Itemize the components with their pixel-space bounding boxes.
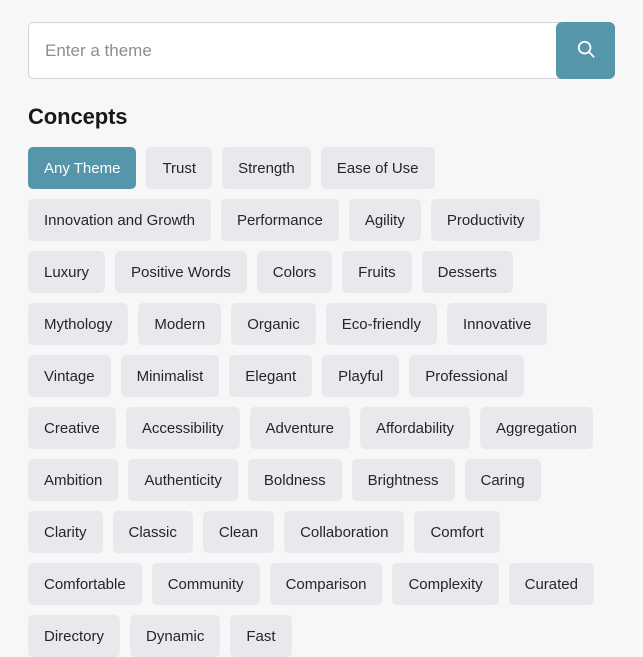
concept-chip[interactable]: Minimalist — [120, 355, 220, 398]
concept-chip[interactable]: Vintage — [28, 355, 111, 398]
concept-chip[interactable]: Classic — [112, 511, 193, 554]
concept-chip[interactable]: Authenticity — [128, 459, 238, 502]
search-bar — [28, 0, 615, 79]
concept-chip[interactable]: Fruits — [342, 251, 412, 294]
concept-chip[interactable]: Desserts — [421, 251, 513, 294]
concept-chip[interactable]: Clean — [202, 511, 275, 554]
concept-chip-list: Any Theme Trust Strength Ease of Use Innovat… — [28, 147, 615, 657]
concept-chip[interactable]: Eco-friendly — [325, 303, 437, 346]
concept-chip[interactable]: Fast — [230, 615, 292, 657]
concept-chip[interactable]: Performance — [220, 199, 339, 242]
concept-chip[interactable]: Mythology — [28, 303, 129, 346]
concept-chip[interactable]: Playful — [322, 355, 400, 398]
concept-chip[interactable]: Adventure — [249, 407, 350, 450]
concept-chip[interactable]: Productivity — [430, 199, 541, 242]
concept-chip[interactable]: Curated — [508, 563, 594, 606]
concept-chip[interactable]: Complexity — [392, 563, 499, 606]
concept-chip[interactable]: Luxury — [28, 251, 106, 294]
concept-chip[interactable]: Innovative — [446, 303, 548, 346]
concept-chip[interactable]: Trust — [146, 147, 213, 190]
concept-chip[interactable]: Directory — [28, 615, 121, 657]
concept-chip[interactable]: Elegant — [229, 355, 313, 398]
concept-chip[interactable]: Aggregation — [480, 407, 593, 450]
concept-chip[interactable]: Any Theme — [28, 147, 137, 190]
concept-chip[interactable]: Collaboration — [284, 511, 405, 554]
concept-chip[interactable]: Ambition — [28, 459, 119, 502]
concept-chip[interactable]: Ease of Use — [320, 147, 435, 190]
concept-chip[interactable]: Modern — [138, 303, 222, 346]
concept-chip[interactable]: Positive Words — [115, 251, 247, 294]
concept-chip[interactable]: Community — [151, 563, 260, 606]
page-title: Concepts — [28, 104, 128, 129]
concept-chip[interactable]: Comfort — [414, 511, 500, 554]
concept-chip[interactable]: Colors — [256, 251, 333, 294]
search-input[interactable] — [28, 22, 560, 79]
theme-picker-page: Concepts Any ThemeTrustStrengthEase of U… — [0, 0, 643, 657]
concept-chip[interactable]: Strength — [222, 147, 311, 190]
concept-chip[interactable]: Organic — [231, 303, 316, 346]
concept-chip[interactable]: Comfortable — [28, 563, 142, 606]
concept-chip[interactable]: Affordability — [359, 407, 471, 450]
concept-chip[interactable]: Brightness — [351, 459, 455, 502]
concept-chip[interactable]: Accessibility — [125, 407, 240, 450]
search-button[interactable] — [556, 22, 615, 79]
concept-chip[interactable]: Boldness — [247, 459, 342, 502]
concept-chip[interactable]: Caring — [464, 459, 541, 502]
concept-chip[interactable]: Innovation and Growth — [28, 199, 211, 242]
concept-chip[interactable]: Professional — [409, 355, 524, 398]
concept-chip[interactable]: Comparison — [269, 563, 383, 606]
search-icon — [575, 38, 597, 63]
concept-chip[interactable]: Creative — [28, 407, 116, 450]
concept-chip[interactable]: Dynamic — [130, 615, 221, 657]
concept-chip[interactable]: Agility — [348, 199, 421, 242]
concept-chip[interactable]: Clarity — [28, 511, 103, 554]
